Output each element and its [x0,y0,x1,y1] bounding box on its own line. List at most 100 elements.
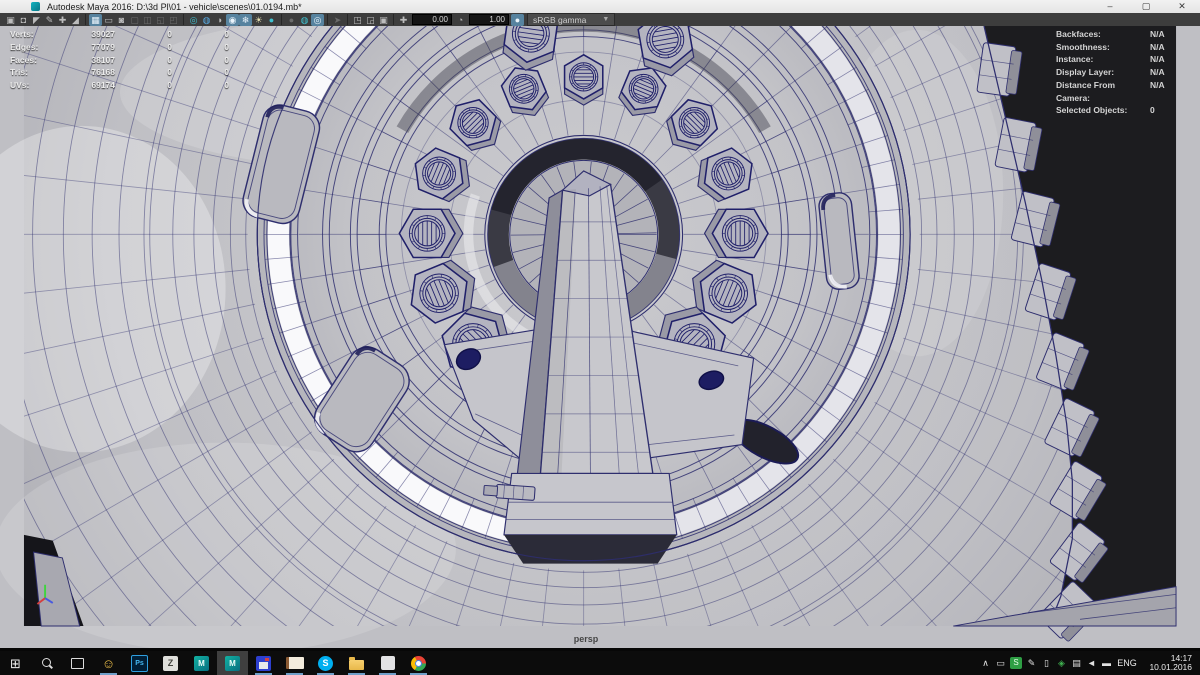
poly-count-label: UVs: [10,80,30,91]
poly-count-extra: 0 [224,41,229,52]
poly-count-extra: 0 [224,80,229,91]
clock-date: 10.01.2016 [1149,662,1192,672]
photoshop-icon: Ps [131,654,148,672]
start-button[interactable]: ⊞ [0,651,31,675]
toolbar-separator [183,14,184,25]
paste-icon[interactable]: ◲ [364,14,377,26]
poly-count-extra: 0 [224,29,229,39]
speed-field[interactable]: 1.00 [469,14,509,25]
gate-mask-icon[interactable]: ▢ [128,14,141,26]
task-view-button[interactable] [62,651,93,675]
white-model-app[interactable] [372,651,403,675]
green-s-icon[interactable]: S [1010,657,1022,669]
defender-icon[interactable]: ◈ [1054,658,1069,669]
history-sphere-icon[interactable]: ● [285,14,298,26]
clock[interactable]: 14:17 10.01.2016 [1140,653,1192,673]
search-button[interactable] [31,651,62,675]
rotate-snap-icon[interactable]: ✚ [397,14,410,26]
windows-logo-icon: ⊞ [10,655,21,671]
object-details-row: Instance: N/A [1056,53,1180,66]
poly-count-selected: 0 [167,80,172,91]
skype-icon: S [318,655,333,671]
volume-icon[interactable]: ◄ [1084,658,1099,668]
construction-history-icon[interactable]: ◍ [298,14,311,26]
maya-application-window: Autodesk Maya 2016: D:\3d Pl\01 - vehicl… [0,0,1200,675]
safe-action-icon[interactable]: ◱ [154,14,167,26]
resolution-gate-icon[interactable]: ◙ [115,14,128,26]
snap-point-icon[interactable]: ◑ [213,14,226,26]
gamma-sphere-icon[interactable]: ● [511,13,524,26]
network-icon[interactable]: ▤ [1069,658,1084,669]
wheel-wireframe-canvas[interactable] [0,26,1200,651]
maya-app-active[interactable]: M [217,651,248,675]
grease-pencil-icon[interactable]: ✎ [43,14,56,26]
poly-count-label: Verts: [10,29,34,39]
object-details-label: Selected Objects: [1056,105,1128,116]
snap-curve-icon[interactable]: ◍ [200,14,213,26]
screen-icon[interactable]: ▭ [993,658,1008,669]
pivot-icon[interactable]: ✚ [56,14,69,26]
field-chart-icon[interactable]: ◫ [141,14,154,26]
close-button[interactable]: ✕ [1164,0,1200,13]
poly-count-total: 39027 [91,29,115,39]
film-gate-icon[interactable]: ▭ [102,14,115,26]
hidden-icons-chevron[interactable]: ∧ [978,658,993,669]
notification-icon[interactable]: ▬ [1099,658,1114,668]
make-live-icon[interactable]: ☀ [252,14,265,26]
gamma-dropdown[interactable]: sRGB gamma ▼ [527,13,616,26]
scene-camera-icon[interactable]: ▣ [4,14,17,26]
minimize-button[interactable]: – [1092,0,1128,13]
zbrush-app[interactable]: Z [155,651,186,675]
smiley-app[interactable]: ☺ [93,651,124,675]
pen-icon[interactable]: ✎ [1024,658,1039,669]
perspective-viewport[interactable]: Verts: 39027 0 0 Edges: 77079 0 0 Faces: 38107 0 0 T… [0,26,1200,651]
skype-app[interactable]: S [310,651,341,675]
object-details-label: Display Layer: [1056,67,1115,78]
object-details-hud: Backfaces: N/A Smoothness: N/A Instance: N/A D… [1056,28,1180,117]
toolbar-separator [281,14,282,25]
snap-projected-center-icon[interactable]: ◉ [226,13,239,26]
chevron-down-icon: ▼ [602,15,610,23]
poly-count-extra: 0 [224,54,229,65]
safe-title-icon[interactable]: ◰ [167,14,180,26]
language-indicator[interactable]: ENG [1114,658,1140,668]
poly-count-selected: 0 [167,67,172,78]
poly-count-row: Edges: 77079 0 0 [10,41,229,54]
poly-count-selected: 0 [167,41,172,52]
flag-icon[interactable]: ◤ [30,14,43,26]
photoshop-app[interactable]: Ps [124,651,155,675]
maya-icon: M [194,655,209,671]
title-bar[interactable]: Autodesk Maya 2016: D:\3d Pl\01 - vehicl… [0,0,1200,13]
object-details-label: Backfaces: [1056,29,1101,39]
object-details-value: N/A [1150,79,1165,90]
duplicate-icon[interactable]: ◳ [351,14,364,26]
device-icon[interactable]: ▯ [1039,658,1054,669]
lug-nut [563,53,604,106]
maya-icon: M [225,655,240,671]
object-details-label: Smoothness: [1056,41,1110,52]
rotate-snap-field[interactable]: 0.00 [412,14,452,25]
poly-count-row: UVs: 69174 0 0 [10,79,229,92]
floppy-save-app[interactable] [248,651,279,675]
object-details-value: N/A [1150,67,1165,78]
maximize-button[interactable]: ▢ [1128,0,1164,13]
speed-icon[interactable]: ◔ [454,14,467,26]
snap-center-icon[interactable]: ● [265,14,278,26]
windows-taskbar: ⊞ ☺ Ps Z M M S ∧ ▭ S ✎ ▯ ◈ ▤ ◄ ▬ ENG 14:17 10.01.2016 [0,651,1200,675]
ring-icon[interactable]: ◎ [311,13,324,26]
tread-tooth [976,42,1023,97]
input-box-icon[interactable]: ▣ [377,14,390,26]
snap-grid-icon[interactable]: ◎ [187,14,200,26]
book-app[interactable] [279,651,310,675]
bookmark-icon[interactable]: ◘ [17,14,30,26]
poly-count-selected: 0 [167,29,172,39]
file-explorer[interactable] [341,651,372,675]
toolbar-separator [327,14,328,25]
select-tool-icon[interactable]: ➤ [331,14,344,26]
chrome-app[interactable] [403,651,434,675]
poly-count-total: 69174 [91,80,115,91]
grid-toggle-icon[interactable]: ▦ [89,13,102,26]
maya-app[interactable]: M [186,651,217,675]
measure-icon[interactable]: ◢ [69,14,82,26]
snap-view-plane-icon[interactable]: ❄ [239,13,252,26]
